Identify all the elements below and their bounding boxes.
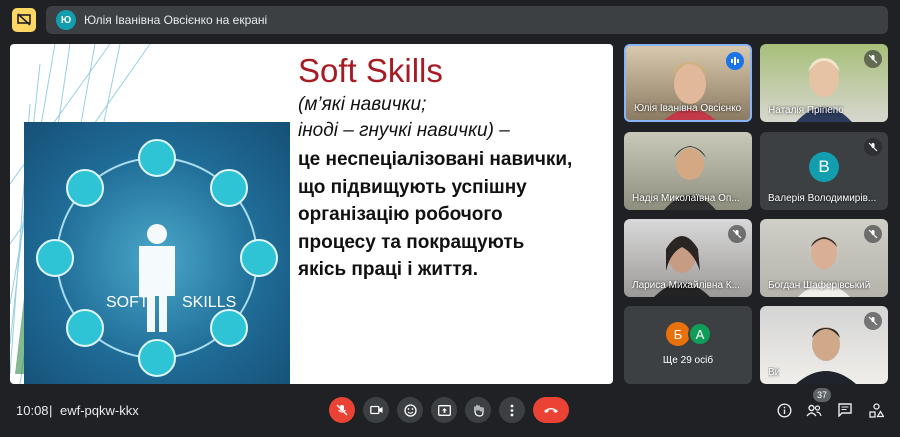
slide-body-line: що підвищують успішну bbox=[298, 176, 527, 198]
participant-name: Надія Миколаївна Оп... bbox=[632, 193, 740, 204]
participants-count-badge: 37 bbox=[813, 388, 831, 402]
slide-body-line: процесу та покращують bbox=[298, 231, 525, 253]
separator: | bbox=[49, 403, 53, 418]
self-view-tile[interactable]: Ви bbox=[760, 306, 888, 384]
participant-tile[interactable]: В Валерія Володимирів... bbox=[760, 132, 888, 210]
participant-avatar: В bbox=[809, 152, 839, 182]
leave-call-button[interactable] bbox=[533, 397, 569, 423]
presentation-icon[interactable] bbox=[12, 8, 36, 32]
participant-tile[interactable]: Богдан Шаферівський bbox=[760, 219, 888, 297]
slide-body: це неспеціалізовані навички, що підвищую… bbox=[298, 146, 608, 284]
mic-off-icon bbox=[336, 404, 348, 416]
slide-subtitle-2: іноді – гнучкі навички) – bbox=[298, 120, 510, 141]
soft-label: SOFT bbox=[106, 294, 149, 311]
slide-body-line: це неспеціалізовані навички, bbox=[298, 149, 573, 170]
mic-off-icon bbox=[864, 138, 882, 156]
phone-hangup-icon bbox=[544, 408, 558, 413]
participant-tile-overflow[interactable]: Б А Ще 29 осіб bbox=[624, 306, 752, 384]
slide-subtitle-1: (м’які навички; bbox=[298, 94, 427, 115]
participant-name: Юлія Іванівна Овсієнко bbox=[634, 103, 742, 114]
present-icon bbox=[437, 404, 451, 416]
participant-name: Валерія Володимирів... bbox=[768, 193, 877, 204]
more-participants-label: Ще 29 осіб bbox=[662, 355, 714, 366]
present-screen-button[interactable] bbox=[431, 397, 457, 423]
presenting-banner: Ю Юлія Іванівна Овсієнко на екрані bbox=[46, 6, 888, 34]
meeting-code: ewf-pqkw-kkx bbox=[60, 403, 139, 418]
slide-title: Soft Skills bbox=[298, 52, 443, 89]
mic-off-icon bbox=[728, 225, 746, 243]
skills-label: SKILLS bbox=[182, 294, 237, 311]
participant-tile[interactable]: Надія Миколаївна Оп... bbox=[624, 132, 752, 210]
activities-icon bbox=[868, 402, 884, 418]
mic-off-icon bbox=[864, 312, 882, 330]
mic-toggle-button[interactable] bbox=[329, 397, 355, 423]
raise-hand-button[interactable] bbox=[465, 397, 491, 423]
reactions-button[interactable] bbox=[397, 397, 423, 423]
top-bar: Ю Юлія Іванівна Овсієнко на екрані bbox=[0, 0, 900, 40]
presenter-avatar: Ю bbox=[56, 10, 76, 30]
more-options-button[interactable] bbox=[499, 397, 525, 423]
chat-icon bbox=[838, 403, 852, 417]
activities-button[interactable] bbox=[864, 398, 888, 422]
participant-tile[interactable]: Юлія Іванівна Овсієнко bbox=[624, 44, 752, 122]
shared-screen: SOFT SKILLS Soft Skills (м’які навички; … bbox=[10, 44, 613, 384]
participant-name: Наталія Пріпепо bbox=[768, 105, 844, 116]
participant-tile[interactable]: Лариса Михайлівна К... bbox=[624, 219, 752, 297]
camera-toggle-button[interactable] bbox=[363, 397, 389, 423]
participant-name: Лариса Михайлівна К... bbox=[632, 280, 740, 291]
mic-off-icon bbox=[864, 225, 882, 243]
bottom-bar: 10:08 | ewf-pqkw-kkx 37 bbox=[0, 388, 900, 437]
emoji-icon bbox=[403, 403, 417, 417]
participant-avatar: Б bbox=[666, 322, 690, 346]
info-icon bbox=[776, 402, 792, 418]
slide-body-line: якісь праці і життя. bbox=[298, 259, 478, 280]
clock: 10:08 bbox=[16, 403, 49, 418]
soft-skills-image: SOFT SKILLS bbox=[24, 122, 290, 384]
people-icon bbox=[806, 404, 822, 416]
participant-tile[interactable]: Наталія Пріпепо bbox=[760, 44, 888, 122]
video-camera-icon bbox=[369, 405, 382, 415]
meeting-details-button[interactable] bbox=[772, 398, 796, 422]
hand-icon bbox=[474, 404, 484, 417]
participant-name: Ви bbox=[768, 367, 781, 378]
participant-avatar: А bbox=[688, 322, 712, 346]
slide-body-line: організацію робочого bbox=[298, 204, 503, 225]
participant-name: Богдан Шаферівський bbox=[768, 280, 871, 291]
more-vert-icon bbox=[510, 404, 514, 416]
speaking-indicator-icon bbox=[726, 52, 744, 70]
chat-button[interactable] bbox=[833, 398, 857, 422]
presenting-text: Юлія Іванівна Овсієнко на екрані bbox=[84, 13, 268, 27]
mic-off-icon bbox=[864, 50, 882, 68]
